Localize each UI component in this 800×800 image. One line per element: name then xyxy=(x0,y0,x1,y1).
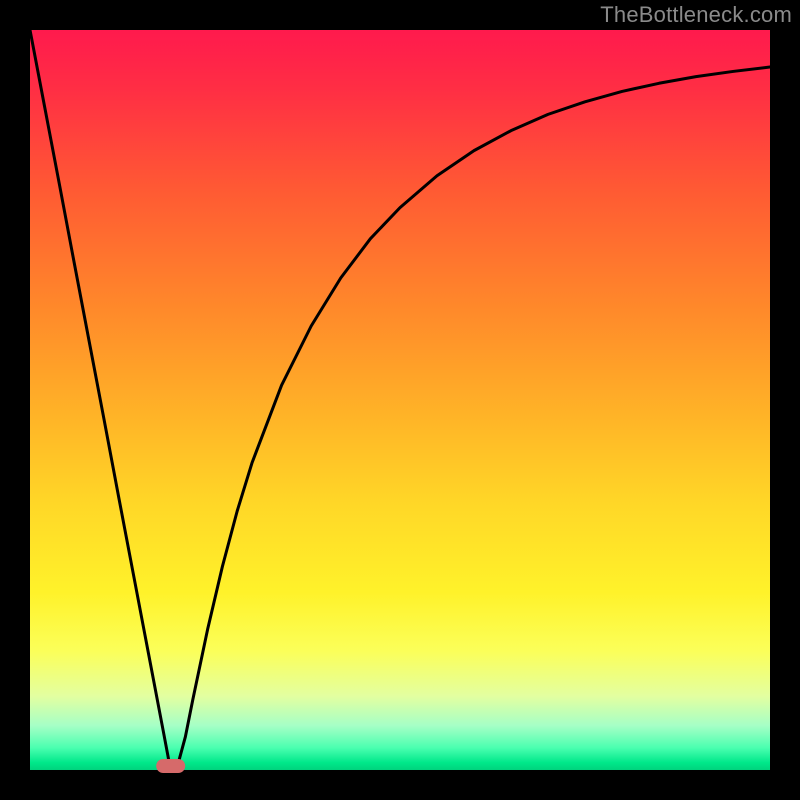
curve-path xyxy=(30,30,770,770)
bottleneck-marker xyxy=(156,759,186,773)
curve-svg xyxy=(30,30,770,770)
plot-area xyxy=(30,30,770,770)
chart-frame: TheBottleneck.com xyxy=(0,0,800,800)
watermark-text: TheBottleneck.com xyxy=(600,2,792,28)
